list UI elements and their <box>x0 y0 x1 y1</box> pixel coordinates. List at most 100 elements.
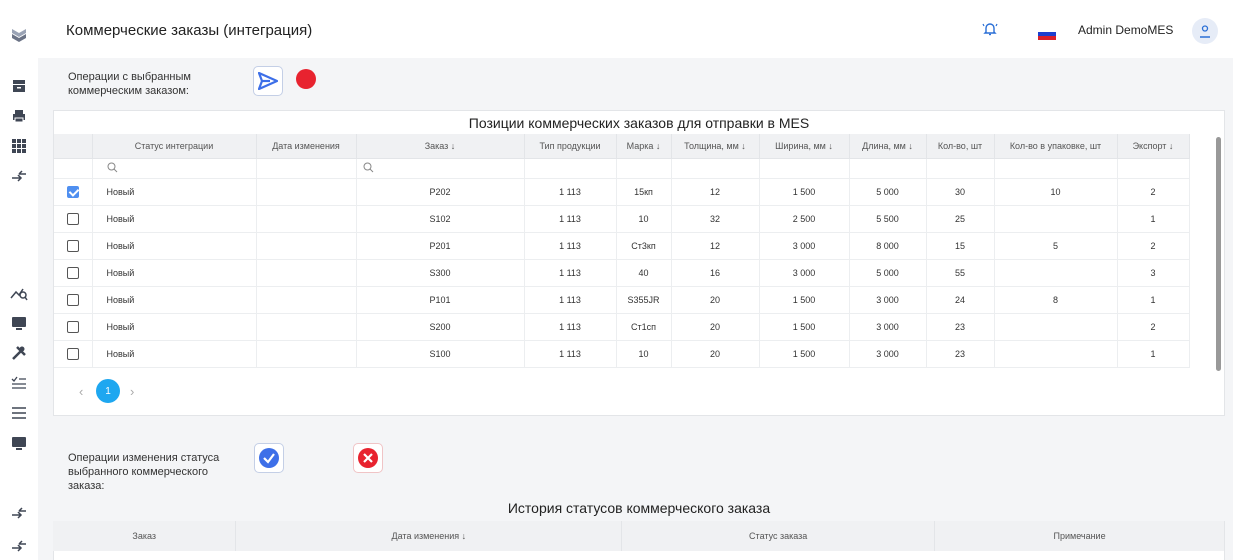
hist-col-note[interactable]: Примечание <box>934 521 1225 551</box>
table-row[interactable]: Новый P202 1 113 15кп 12 1 500 5 000 30 10 2 <box>54 178 1190 206</box>
cell-date <box>256 259 357 287</box>
cell-status: Новый <box>92 340 257 368</box>
row-select-cell <box>54 313 93 341</box>
pagination-prev-button[interactable]: ‹ <box>79 384 83 399</box>
table-row[interactable]: Новый P201 1 113 Ст3кп 12 3 000 8 000 15 5 2 <box>54 232 1190 260</box>
cell-order: S102 <box>356 205 525 233</box>
cell-export: 1 <box>1117 205 1190 233</box>
user-avatar-icon[interactable] <box>1192 18 1218 44</box>
col-date[interactable]: Дата изменения <box>256 134 357 159</box>
hist-col-date[interactable]: Дата изменения ↓ <box>235 521 623 551</box>
analytics-icon[interactable] <box>8 282 30 304</box>
row-checkbox[interactable] <box>66 266 79 279</box>
table-row[interactable]: Новый S200 1 113 Ст1сп 20 1 500 3 000 23 2 <box>54 313 1190 341</box>
checklist-icon[interactable] <box>8 372 30 394</box>
russian-flag-icon[interactable] <box>1038 27 1056 40</box>
pagination-current-page[interactable]: 1 <box>96 379 120 403</box>
row-select-cell <box>54 178 93 206</box>
cell-pack <box>994 313 1118 341</box>
hist-col-status[interactable]: Статус заказа <box>621 521 936 551</box>
exchange-arrows-icon[interactable] <box>8 535 30 557</box>
row-checkbox[interactable] <box>66 185 79 198</box>
col-export[interactable]: Экспорт ↓ <box>1117 134 1190 159</box>
tools-icon[interactable] <box>8 342 30 364</box>
monitor-icon[interactable] <box>8 432 30 454</box>
grid-icon[interactable] <box>8 135 30 157</box>
ops-label: Операции с выбранным коммерческим заказо… <box>68 71 191 97</box>
cell-length: 5 000 <box>849 178 927 206</box>
list-icon[interactable] <box>8 402 30 424</box>
cell-export: 2 <box>1117 232 1190 260</box>
send-to-mes-button[interactable] <box>253 66 283 96</box>
cell-grade: S355JR <box>616 286 672 314</box>
table-row[interactable]: Новый S300 1 113 40 16 3 000 5 000 55 3 <box>54 259 1190 287</box>
status-filter-input[interactable] <box>92 158 257 179</box>
col-qty[interactable]: Кол-во, шт <box>926 134 995 159</box>
cell-status: Новый <box>92 286 257 314</box>
check-circle-icon <box>259 448 279 468</box>
record-indicator-icon[interactable] <box>296 69 316 89</box>
pagination-next-button[interactable]: › <box>130 384 134 399</box>
page-title: Коммерческие заказы (интеграция) <box>66 22 313 39</box>
col-length[interactable]: Длина, мм ↓ <box>849 134 927 159</box>
row-checkbox[interactable] <box>66 347 79 360</box>
printer-icon[interactable] <box>8 105 30 127</box>
cell-length: 3 000 <box>849 340 927 368</box>
cell-qty: 23 <box>926 340 995 368</box>
cell-thickness: 32 <box>671 205 760 233</box>
row-checkbox[interactable] <box>66 212 79 225</box>
monitor-icon[interactable] <box>8 312 30 334</box>
cell-type: 1 113 <box>524 259 617 287</box>
cell-grade: Ст1сп <box>616 313 672 341</box>
bell-icon[interactable] <box>982 21 998 42</box>
cell-type: 1 113 <box>524 205 617 233</box>
cell-qty: 23 <box>926 313 995 341</box>
col-thickness[interactable]: Толщина, мм ↓ <box>671 134 760 159</box>
cell-thickness: 12 <box>671 232 760 260</box>
archive-icon[interactable] <box>8 75 30 97</box>
table-row[interactable]: Новый S102 1 113 10 32 2 500 5 500 25 1 <box>54 205 1190 233</box>
row-select-cell <box>54 232 93 260</box>
row-checkbox[interactable] <box>66 320 79 333</box>
col-status[interactable]: Статус интеграции <box>92 134 257 159</box>
cell-status: Новый <box>92 178 257 206</box>
row-checkbox[interactable] <box>66 239 79 252</box>
row-select-cell <box>54 340 93 368</box>
hist-col-order[interactable]: Заказ <box>53 521 237 551</box>
app-logo-icon[interactable] <box>8 24 30 46</box>
cell-length: 3 000 <box>849 286 927 314</box>
cell-date <box>256 178 357 206</box>
cell-width: 1 500 <box>759 286 850 314</box>
cell-export: 2 <box>1117 178 1190 206</box>
col-type[interactable]: Тип продукции <box>524 134 617 159</box>
order-filter-input[interactable] <box>356 158 525 179</box>
table-header-row: Статус интеграции Дата изменения Заказ ↓… <box>54 134 1190 159</box>
cell-status: Новый <box>92 205 257 233</box>
col-width[interactable]: Ширина, мм ↓ <box>759 134 850 159</box>
exchange-arrows-icon[interactable] <box>8 165 30 187</box>
approve-button[interactable] <box>254 443 284 473</box>
cell-date <box>256 340 357 368</box>
positions-title: Позиции коммерческих заказов для отправк… <box>468 115 810 131</box>
exchange-arrows-icon[interactable] <box>8 502 30 524</box>
cell-grade: 10 <box>616 205 672 233</box>
top-bar: Коммерческие заказы (интеграция) Admin D… <box>38 0 1233 58</box>
table-scrollbar[interactable] <box>1216 137 1221 371</box>
cell-width: 1 500 <box>759 313 850 341</box>
row-checkbox[interactable] <box>66 293 79 306</box>
table-row[interactable]: Новый S100 1 113 10 20 1 500 3 000 23 1 <box>54 340 1190 368</box>
user-name[interactable]: Admin DemoMES <box>1078 23 1173 37</box>
cell-pack <box>994 205 1118 233</box>
cell-thickness: 20 <box>671 340 760 368</box>
filter-row <box>54 158 1190 179</box>
col-pack[interactable]: Кол-во в упаковке, шт <box>994 134 1118 159</box>
reject-button[interactable] <box>353 443 383 473</box>
cell-status: Новый <box>92 232 257 260</box>
cell-type: 1 113 <box>524 286 617 314</box>
col-order[interactable]: Заказ ↓ <box>356 134 525 159</box>
table-row[interactable]: Новый P101 1 113 S355JR 20 1 500 3 000 24 8 1 <box>54 286 1190 314</box>
col-select <box>54 134 93 159</box>
col-grade[interactable]: Марка ↓ <box>616 134 672 159</box>
row-select-cell <box>54 205 93 233</box>
cell-type: 1 113 <box>524 178 617 206</box>
